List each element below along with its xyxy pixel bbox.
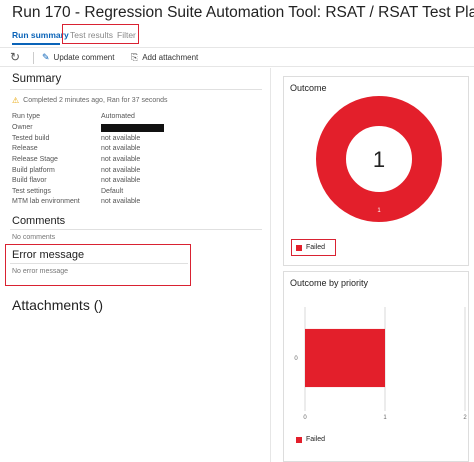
property-value: not available xyxy=(101,198,141,205)
property-label: Release xyxy=(12,145,38,152)
property-value: not available xyxy=(101,145,141,152)
x-tick-label: 0 xyxy=(303,415,307,421)
error-rule xyxy=(10,263,188,264)
warning-icon: ⚠ xyxy=(12,96,20,105)
property-value: not available xyxy=(101,167,141,174)
summary-rule xyxy=(10,89,262,90)
legend-label: Failed xyxy=(306,436,326,443)
outcome-legend[interactable]: Failed xyxy=(296,244,325,251)
run-status: ⚠ Completed 2 minutes ago, Ran for 37 se… xyxy=(12,96,168,105)
legend-swatch xyxy=(296,436,302,443)
no-comments-text: No comments xyxy=(12,234,56,241)
outcome-card: Outcome 1 1 Failed xyxy=(283,76,469,266)
property-label: Test settings xyxy=(12,188,51,195)
toolbar-divider xyxy=(33,52,34,64)
legend-swatch xyxy=(296,244,302,251)
add-attachment-button[interactable]: ⎘ Add attachment xyxy=(131,52,198,63)
comments-rule xyxy=(10,229,262,230)
tab-filter[interactable]: Filter xyxy=(117,30,136,40)
column-divider xyxy=(270,68,271,462)
priority-legend[interactable]: Failed xyxy=(296,436,325,443)
no-error-text: No error message xyxy=(12,268,69,275)
legend-label: Failed xyxy=(306,244,326,251)
owner-redaction xyxy=(101,124,164,132)
pencil-icon: ✎ xyxy=(42,52,50,62)
summary-heading: Summary xyxy=(12,73,62,85)
donut-center-value: 1 xyxy=(373,147,385,172)
attachments-heading: Attachments () xyxy=(12,297,104,313)
property-label: Run type xyxy=(12,113,41,120)
add-attachment-label: Add attachment xyxy=(142,53,199,62)
property-label: Owner xyxy=(12,124,33,131)
property-value: not available xyxy=(101,156,141,163)
update-comment-button[interactable]: ✎ Update comment xyxy=(42,52,114,63)
toolbar: ↻ ✎ Update comment ⎘ Add attachment xyxy=(0,47,474,67)
property-label: Build flavor xyxy=(12,177,47,184)
x-tick-label: 1 xyxy=(383,415,387,421)
bar-failed-priority-0[interactable] xyxy=(305,328,385,388)
property-label: MTM lab environment xyxy=(12,198,80,205)
property-label: Tested build xyxy=(12,135,50,142)
x-tick-label: 2 xyxy=(463,415,467,421)
property-value: Default xyxy=(101,188,124,195)
property-value: not available xyxy=(101,135,141,142)
tab-test-results[interactable]: Test results xyxy=(70,30,113,40)
priority-bar-chart: 0 1 2 0 xyxy=(294,307,467,421)
tab-run-summary[interactable]: Run summary xyxy=(12,30,69,40)
property-label: Release Stage xyxy=(12,156,58,163)
priority-card: Outcome by priority 0120 Failed xyxy=(283,271,469,462)
comments-heading: Comments xyxy=(12,215,66,227)
property-value: not available xyxy=(101,177,141,184)
paperclip-icon: ⎘ xyxy=(131,52,139,62)
refresh-icon[interactable]: ↻ xyxy=(10,50,20,64)
y-tick-label: 0 xyxy=(294,356,298,362)
property-label: Build platform xyxy=(12,167,55,174)
run-status-text: Completed 2 minutes ago, Ran for 37 seco… xyxy=(23,97,168,104)
property-value: Automated xyxy=(101,113,135,120)
page-title: Run 170 - Regression Suite Automation To… xyxy=(12,4,474,21)
active-tab-indicator xyxy=(12,43,60,45)
update-comment-label: Update comment xyxy=(53,53,115,62)
error-message-heading: Error message xyxy=(12,249,85,261)
